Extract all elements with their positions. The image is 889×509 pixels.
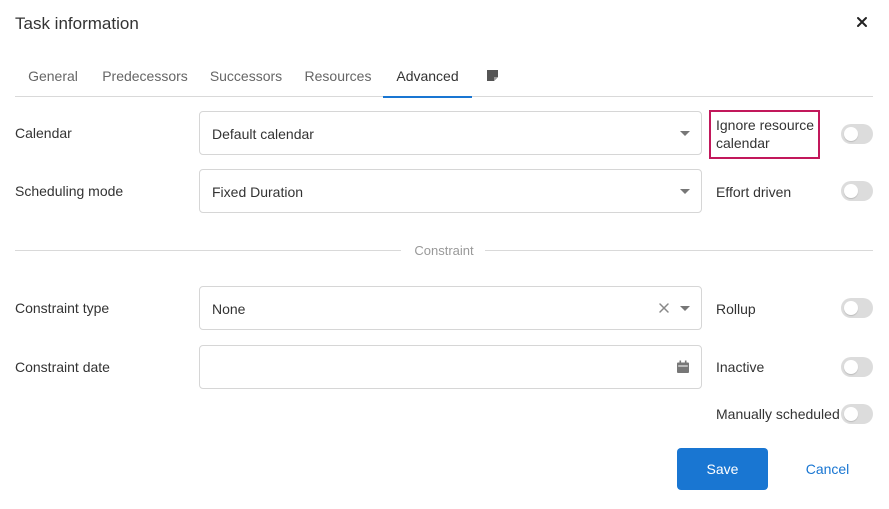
scheduling-mode-select[interactable]: Fixed Duration xyxy=(199,169,702,213)
effort-driven-toggle[interactable] xyxy=(841,181,873,201)
inactive-label: Inactive xyxy=(716,359,765,375)
constraint-type-select[interactable]: None xyxy=(199,286,702,330)
tab-successors[interactable]: Successors xyxy=(199,62,293,97)
ignore-resource-calendar-label: Ignore resource calendar xyxy=(716,117,815,151)
chevron-down-icon[interactable] xyxy=(680,131,690,136)
tab-advanced[interactable]: Advanced xyxy=(383,62,472,98)
chevron-down-icon[interactable] xyxy=(680,189,690,194)
scheduling-mode-label: Scheduling mode xyxy=(15,183,124,199)
close-icon[interactable] xyxy=(854,14,870,30)
tab-bar: General Predecessors Successors Resource… xyxy=(15,62,873,98)
chevron-down-icon[interactable] xyxy=(680,306,690,311)
constraint-type-label: Constraint type xyxy=(15,300,110,316)
ignore-resource-calendar-toggle[interactable] xyxy=(841,124,873,144)
calendar-icon[interactable] xyxy=(676,360,690,374)
tab-general[interactable]: General xyxy=(15,62,91,97)
cancel-button[interactable]: Cancel xyxy=(792,448,863,490)
dialog-title: Task information xyxy=(15,14,139,33)
calendar-label: Calendar xyxy=(15,125,72,141)
scheduling-mode-value: Fixed Duration xyxy=(212,184,304,200)
constraint-date-label: Constraint date xyxy=(15,359,110,375)
manually-scheduled-toggle[interactable] xyxy=(841,404,873,424)
tab-resources[interactable]: Resources xyxy=(293,62,383,97)
divider-line-left xyxy=(15,250,401,251)
dialog-header: Task information xyxy=(15,13,874,35)
divider-line-right xyxy=(485,250,873,251)
rollup-toggle[interactable] xyxy=(841,298,873,318)
effort-driven-label: Effort driven xyxy=(716,184,792,200)
inactive-toggle[interactable] xyxy=(841,357,873,377)
clear-icon[interactable] xyxy=(658,301,670,313)
constraint-divider-label: Constraint xyxy=(414,243,474,258)
constraint-date-input[interactable] xyxy=(199,345,702,389)
manually-scheduled-label: Manually scheduled xyxy=(716,406,840,422)
note-icon[interactable] xyxy=(486,69,499,82)
calendar-value: Default calendar xyxy=(212,126,314,142)
constraint-type-value: None xyxy=(212,301,246,317)
rollup-label: Rollup xyxy=(716,301,756,317)
save-button[interactable]: Save xyxy=(677,448,768,490)
tab-predecessors[interactable]: Predecessors xyxy=(91,62,199,97)
calendar-select[interactable]: Default calendar xyxy=(199,111,702,155)
